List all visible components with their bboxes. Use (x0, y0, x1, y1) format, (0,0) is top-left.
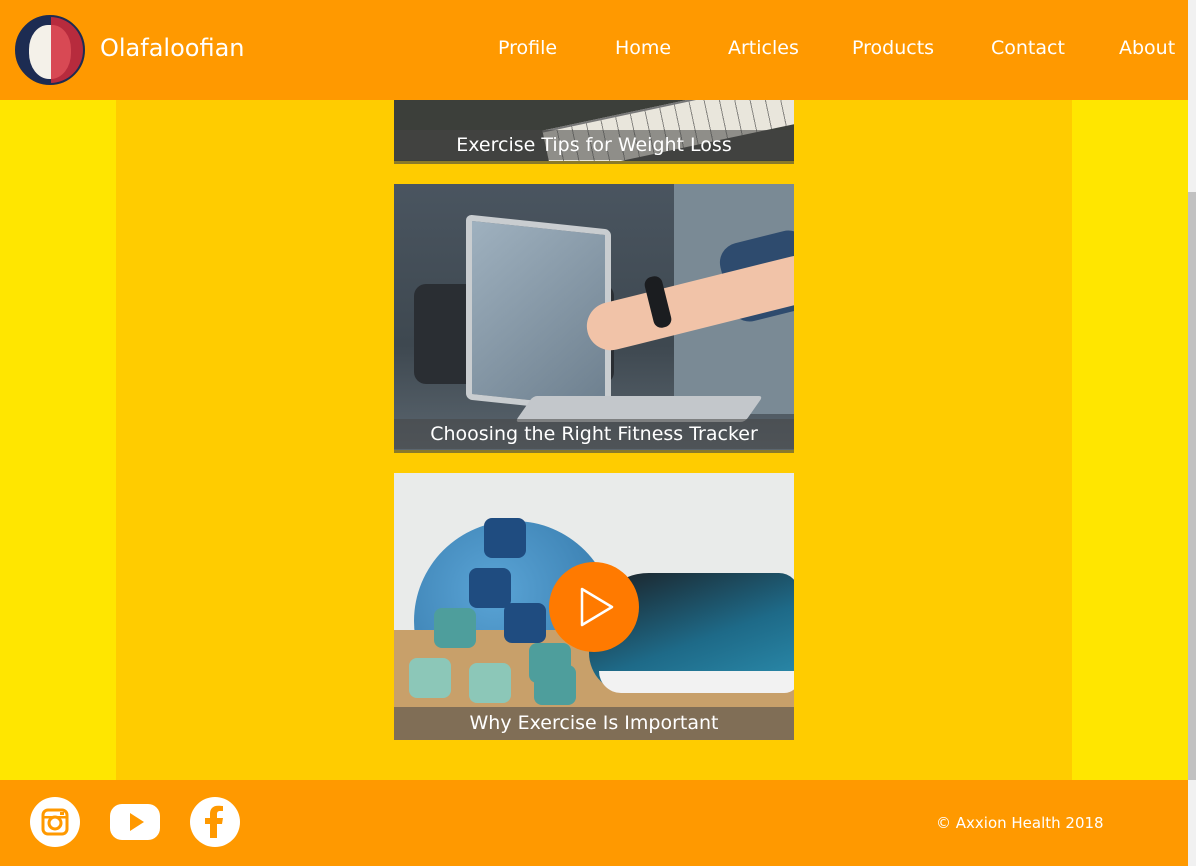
video-title[interactable]: Why Exercise Is Important (394, 707, 794, 740)
play-icon (580, 587, 614, 627)
site-footer: © Axxion Health 2018 (0, 780, 1188, 866)
site-header: Olafaloofian Profile Home Articles Produ… (0, 0, 1188, 100)
nav-home[interactable]: Home (615, 37, 671, 59)
avatar[interactable] (15, 15, 85, 85)
nav-about[interactable]: About (1119, 37, 1175, 59)
nav-profile[interactable]: Profile (498, 37, 557, 59)
nav-articles[interactable]: Articles (728, 37, 799, 59)
article-title[interactable]: Choosing the Right Fitness Tracker (394, 419, 794, 449)
play-video-button[interactable] (549, 562, 639, 652)
scrollbar-thumb[interactable] (1188, 192, 1196, 780)
article-card-fitness-tracker[interactable]: Choosing the Right Fitness Tracker (394, 184, 794, 453)
nav-products[interactable]: Products (852, 37, 934, 59)
article-title[interactable]: Exercise Tips for Weight Loss (394, 130, 794, 160)
scrollbar[interactable] (1188, 0, 1196, 866)
site-brand[interactable]: Olafaloofian (100, 34, 245, 62)
nav-contact[interactable]: Contact (991, 37, 1065, 59)
main-content: Exercise Tips for Weight Loss Choosing t… (116, 0, 1072, 780)
youtube-icon[interactable] (110, 797, 160, 847)
instagram-icon[interactable] (30, 797, 80, 847)
video-card-why-exercise[interactable]: Why Exercise Is Important (394, 473, 794, 740)
facebook-icon[interactable] (190, 797, 240, 847)
copyright-text: © Axxion Health 2018 (936, 814, 1104, 832)
